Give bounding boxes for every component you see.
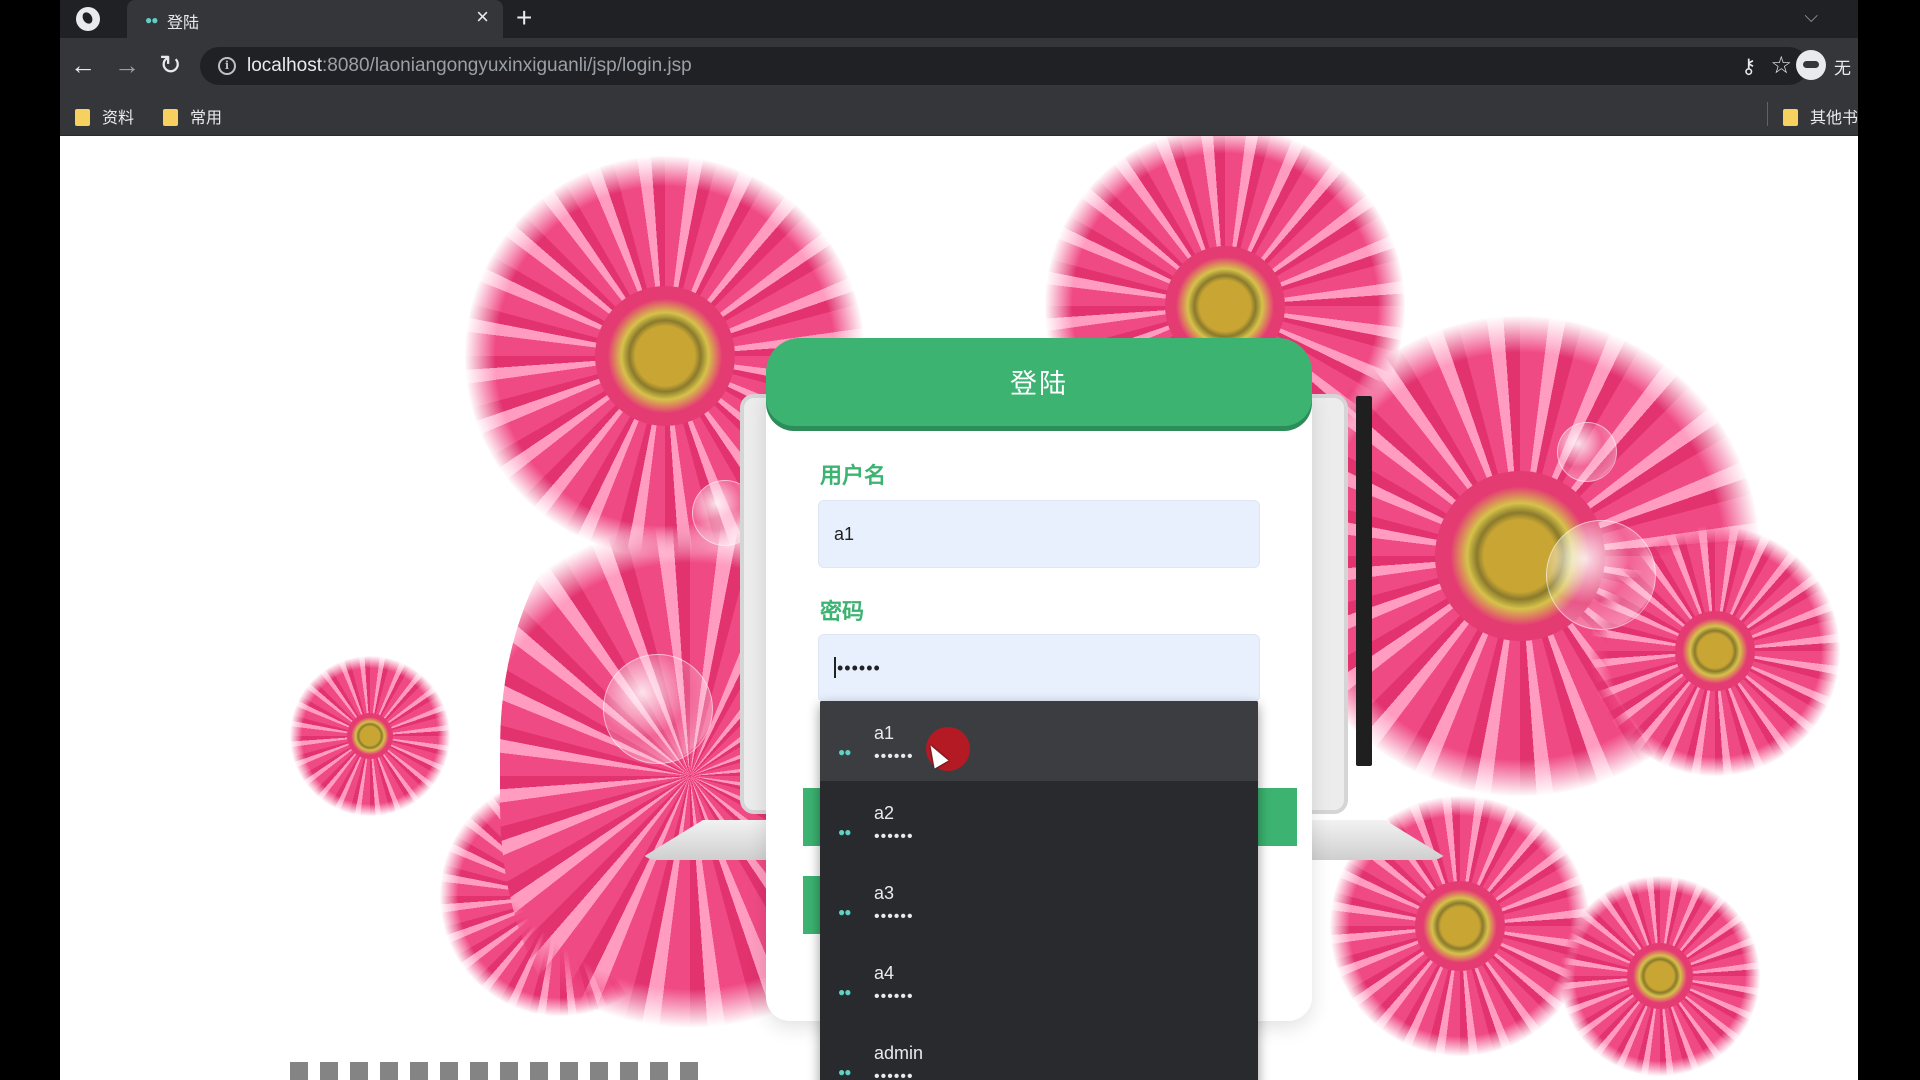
back-button[interactable]: ←	[70, 50, 96, 80]
bookmarks-bar: 资料 常用 其他书	[60, 94, 1858, 136]
password-key-icon[interactable]: ⚷	[1741, 54, 1756, 79]
password-autofill-dropdown: ●● a1 •••••• ●● a2 •••••• ●● a3 •••••• ●…	[820, 701, 1258, 1080]
url-text[interactable]: localhost:8080/laoniangongyuxinxiguanli/…	[247, 55, 692, 77]
url-host: localhost	[247, 55, 322, 76]
autofill-password: ••••••	[874, 908, 914, 925]
folder-icon	[75, 109, 90, 126]
profile-label[interactable]: 无	[1834, 54, 1851, 79]
bookmark-folder-changyong[interactable]: 常用	[163, 104, 222, 128]
address-bar[interactable]: i localhost:8080/laoniangongyuxinxiguanl…	[200, 47, 1808, 85]
browser-toolbar: ← → ↻ i localhost:8080/laoniangongyuxinx…	[60, 38, 1858, 94]
footer-caption	[290, 1062, 710, 1080]
autofill-password: ••••••	[874, 1068, 914, 1080]
autofill-password: ••••••	[874, 748, 914, 765]
tab-title: 登陆	[167, 15, 200, 32]
forward-button[interactable]: →	[114, 50, 140, 80]
username-label: 用户名	[820, 463, 887, 488]
folder-icon	[1783, 109, 1798, 126]
tab-search-icon[interactable]: ⌵	[1804, 6, 1818, 27]
key-dots-icon: ●●	[838, 905, 851, 919]
key-dots-icon: ●●	[145, 13, 158, 27]
autofill-username: a2	[874, 803, 895, 823]
key-dots-icon: ●●	[838, 745, 851, 759]
autofill-username: a3	[874, 883, 895, 903]
bookmark-folder-ziliao[interactable]: 资料	[75, 104, 134, 128]
tab-login[interactable]: ●● 登陆 ×	[127, 0, 503, 38]
bookmarks-divider	[1767, 102, 1768, 126]
bookmark-label: 常用	[190, 110, 223, 127]
globe-icon[interactable]	[76, 7, 100, 31]
info-icon[interactable]: i	[218, 57, 236, 75]
login-title: 登陆	[1010, 369, 1068, 399]
key-dots-icon: ●●	[838, 985, 851, 999]
bookmark-label: 其他书	[1810, 110, 1858, 127]
key-dots-icon: ●●	[838, 825, 851, 839]
text-caret	[834, 657, 836, 678]
autofill-option-a3[interactable]: ●● a3 ••••••	[820, 861, 1258, 941]
laptop-edge	[1356, 396, 1372, 766]
other-bookmarks[interactable]: 其他书	[1783, 104, 1858, 128]
reload-button[interactable]: ↻	[159, 50, 182, 80]
close-icon[interactable]: ×	[476, 6, 489, 28]
login-header: 登陆	[766, 338, 1312, 426]
bookmark-label: 资料	[102, 110, 135, 127]
autofill-password: ••••••	[874, 988, 914, 1005]
autofill-username: admin	[874, 1043, 924, 1063]
password-label: 密码	[820, 599, 865, 624]
autofill-option-a2[interactable]: ●● a2 ••••••	[820, 781, 1258, 861]
autofill-username: a1	[874, 723, 895, 743]
folder-icon	[163, 109, 178, 126]
browser-window: ●● 登陆 × + ⌵ ← → ↻ i localhost:8080/laoni…	[60, 0, 1858, 1080]
username-input[interactable]: a1	[818, 500, 1260, 568]
autofill-username: a4	[874, 963, 895, 983]
password-value: ••••••	[837, 658, 881, 678]
url-path: :8080/laoniangongyuxinxiguanli/jsp/login…	[322, 55, 692, 76]
bookmark-star-icon[interactable]: ☆	[1770, 51, 1792, 80]
autofill-option-a1[interactable]: ●● a1 ••••••	[820, 701, 1258, 781]
password-input[interactable]: ••••••	[818, 634, 1260, 702]
autofill-option-a4[interactable]: ●● a4 ••••••	[820, 941, 1258, 1021]
tab-strip: ●● 登陆 × + ⌵	[60, 0, 1858, 38]
key-dots-icon: ●●	[838, 1065, 851, 1079]
autofill-password: ••••••	[874, 828, 914, 845]
incognito-profile-icon[interactable]	[1796, 50, 1826, 80]
autofill-option-admin[interactable]: ●● admin ••••••	[820, 1021, 1258, 1080]
new-tab-button[interactable]: +	[516, 3, 532, 33]
page-content: 登陆 用户名 a1 密码 •••••• ●● a1 •••••• ●● a2 •…	[60, 136, 1858, 1080]
